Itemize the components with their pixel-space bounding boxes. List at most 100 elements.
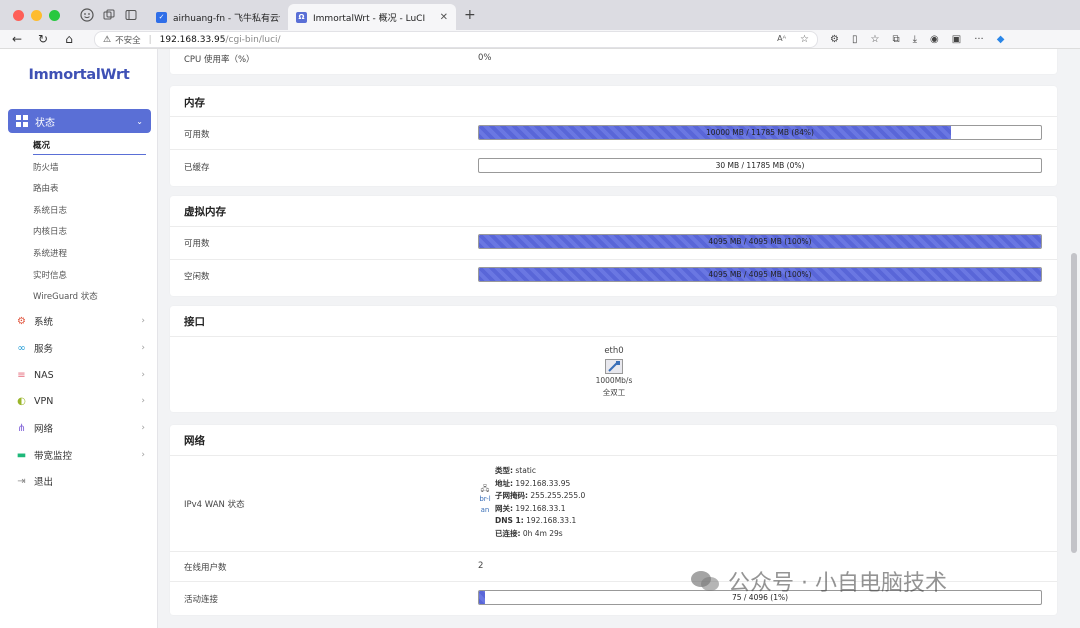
menu-label: NAS bbox=[34, 369, 54, 381]
downloads-icon[interactable]: ⤓ bbox=[913, 34, 917, 45]
dashboard-icon bbox=[16, 115, 28, 127]
tab-actions-icon[interactable] bbox=[120, 4, 142, 26]
url-host: 192.168.33.95 bbox=[159, 34, 226, 45]
menu-bandwidth[interactable]: ▬ 带宽监控 › bbox=[15, 446, 145, 464]
minimize-window-button[interactable] bbox=[31, 9, 42, 21]
menu-network[interactable]: ⋔ 网络 › bbox=[15, 419, 145, 437]
read-aloud-icon[interactable]: Aᴬ bbox=[777, 34, 786, 45]
network-icon: ⋔ bbox=[17, 422, 26, 434]
submenu-firewall[interactable]: 防火墙 bbox=[33, 161, 59, 173]
back-icon[interactable]: ← bbox=[4, 32, 30, 46]
maximize-window-button[interactable] bbox=[49, 9, 60, 21]
ports-title: 接口 bbox=[184, 316, 205, 328]
chevron-right-icon: › bbox=[141, 423, 145, 433]
chevron-down-icon: ⌄ bbox=[136, 116, 143, 126]
favorites-icon[interactable]: ☆ bbox=[870, 34, 879, 45]
collections-icon[interactable]: ⧉ bbox=[892, 34, 899, 45]
security-label[interactable]: 不安全 bbox=[115, 34, 141, 46]
detail-type: 类型: static bbox=[495, 466, 536, 475]
submenu-syslog[interactable]: 系统日志 bbox=[33, 204, 67, 216]
reload-icon[interactable]: ↻ bbox=[30, 32, 56, 46]
submenu-kernel-log[interactable]: 内核日志 bbox=[33, 225, 67, 237]
chevron-right-icon: › bbox=[141, 343, 145, 353]
tab-title: airhuang-fn - 飞牛私有云fnOS bbox=[173, 13, 280, 24]
chevron-right-icon: › bbox=[141, 316, 145, 326]
system-card: CPU 使用率（%） 0% bbox=[170, 49, 1057, 74]
close-window-button[interactable] bbox=[13, 9, 24, 21]
scrollbar-thumb[interactable] bbox=[1071, 253, 1077, 553]
gear-icon: ⚙ bbox=[17, 315, 26, 327]
menu-status-label: 状态 bbox=[35, 117, 55, 129]
luci-favicon-icon: Ω bbox=[296, 11, 307, 23]
memory-title: 内存 bbox=[184, 97, 205, 109]
network-title: 网络 bbox=[184, 435, 205, 447]
menu-system[interactable]: ⚙ 系统 › bbox=[15, 312, 145, 330]
detail-address: 地址: 192.168.33.95 bbox=[495, 478, 571, 488]
url-separator: | bbox=[148, 34, 152, 45]
url-bar[interactable]: ⚠ 不安全 | 192.168.33.95 /cgi-bin/luci/ Aᴬ … bbox=[94, 31, 818, 48]
submenu-processes[interactable]: 系统进程 bbox=[33, 247, 67, 259]
menu-logout[interactable]: ⇥ 退出 bbox=[15, 472, 145, 490]
online-users-value: 2 bbox=[478, 561, 484, 571]
main-content: CPU 使用率（%） 0% 内存 可用数 10000 MB / 11785 MB… bbox=[158, 49, 1068, 628]
tab-immortalwrt[interactable]: Ω ImmortalWrt - 概况 - LuCI ✕ bbox=[288, 4, 456, 30]
menu-label: VPN bbox=[34, 395, 54, 407]
extension-a-icon[interactable]: ◉ bbox=[930, 34, 939, 45]
bar-text: 10000 MB / 11785 MB (84%) bbox=[706, 128, 814, 137]
menu-nas[interactable]: ≡ NAS › bbox=[15, 366, 145, 384]
workspaces-icon[interactable] bbox=[98, 4, 120, 26]
menu-services[interactable]: ∞ 服务 › bbox=[15, 339, 145, 357]
cpu-usage-label: CPU 使用率（%） bbox=[184, 55, 255, 65]
online-users-label: 在线用户数 bbox=[184, 563, 227, 573]
divider bbox=[170, 259, 1057, 260]
memory-available-bar: 10000 MB / 11785 MB (84%) bbox=[478, 125, 1042, 140]
screenshot-icon[interactable]: ▣ bbox=[952, 34, 961, 45]
split-screen-icon[interactable]: ▯ bbox=[852, 34, 858, 45]
sidebar: ImmortalWrt 状态 ⌄ 概况 防火墙 路由表 系统日志 内核日志 系统… bbox=[0, 49, 158, 628]
monitor-icon: ▬ bbox=[16, 449, 27, 461]
active-connections-label: 活动连接 bbox=[184, 595, 219, 605]
swap-free-label: 空闲数 bbox=[184, 272, 210, 282]
favorite-star-icon[interactable]: ☆ bbox=[800, 34, 809, 45]
tab-fnos[interactable]: ✓ airhuang-fn - 飞牛私有云fnOS bbox=[148, 4, 288, 30]
menu-label: 退出 bbox=[34, 477, 54, 488]
menu-vpn[interactable]: ◐ VPN › bbox=[15, 392, 145, 410]
port-name: eth0 bbox=[604, 346, 624, 356]
submenu-overview[interactable]: 概况 bbox=[33, 139, 50, 151]
memory-cached-label: 已缓存 bbox=[184, 163, 210, 173]
ipv4-wan-label: IPv4 WAN 状态 bbox=[184, 500, 245, 510]
menu-label: 系统 bbox=[34, 317, 54, 328]
port-duplex: 全双工 bbox=[602, 388, 626, 397]
ethernet-port-icon bbox=[605, 359, 623, 374]
link-icon: ∞ bbox=[17, 342, 26, 354]
fnos-favicon-icon: ✓ bbox=[156, 11, 167, 23]
copilot-icon[interactable]: ◆ bbox=[997, 34, 1005, 45]
interface-name: br-lan bbox=[479, 495, 491, 514]
more-icon[interactable]: ··· bbox=[974, 34, 984, 45]
profile-icon[interactable] bbox=[76, 4, 98, 26]
submenu-routes[interactable]: 路由表 bbox=[33, 182, 59, 194]
new-tab-button[interactable]: + bbox=[464, 7, 476, 23]
port-eth0[interactable]: eth0 1000Mb/s 全双工 bbox=[584, 346, 644, 398]
ports-card: 接口 eth0 1000Mb/s 全双工 bbox=[170, 306, 1057, 412]
cpu-usage-value: 0% bbox=[478, 53, 492, 63]
close-tab-icon[interactable]: ✕ bbox=[440, 12, 448, 23]
home-icon[interactable]: ⌂ bbox=[56, 32, 82, 46]
menu-status[interactable]: 状态 ⌄ bbox=[8, 109, 151, 133]
scrollbar[interactable] bbox=[1068, 49, 1080, 628]
wechat-icon bbox=[690, 569, 720, 593]
submenu-wireguard[interactable]: WireGuard 状态 bbox=[33, 290, 98, 302]
luci-page: ImmortalWrt 状态 ⌄ 概况 防火墙 路由表 系统日志 内核日志 系统… bbox=[0, 49, 1080, 628]
port-speed: 1000Mb/s bbox=[595, 376, 633, 385]
swap-card: 虚拟内存 可用数 4095 MB / 4095 MB (100%) 空闲数 40… bbox=[170, 196, 1057, 296]
wan-interface[interactable]: 🖧 br-lan bbox=[478, 483, 492, 516]
interface-icon: 🖧 bbox=[480, 484, 490, 493]
warning-icon[interactable]: ⚠ bbox=[103, 35, 111, 45]
submenu-realtime[interactable]: 实时信息 bbox=[33, 269, 67, 281]
extensions-icon[interactable]: ⚙ bbox=[830, 34, 839, 45]
immortalwrt-logo[interactable]: ImmortalWrt bbox=[0, 67, 158, 83]
memory-card: 内存 可用数 10000 MB / 11785 MB (84%) 已缓存 30 … bbox=[170, 86, 1057, 186]
watermark: 公众号 · 小自电脑技术 bbox=[690, 565, 947, 597]
divider bbox=[170, 336, 1057, 337]
tab-title: ImmortalWrt - 概况 - LuCI bbox=[313, 13, 426, 24]
